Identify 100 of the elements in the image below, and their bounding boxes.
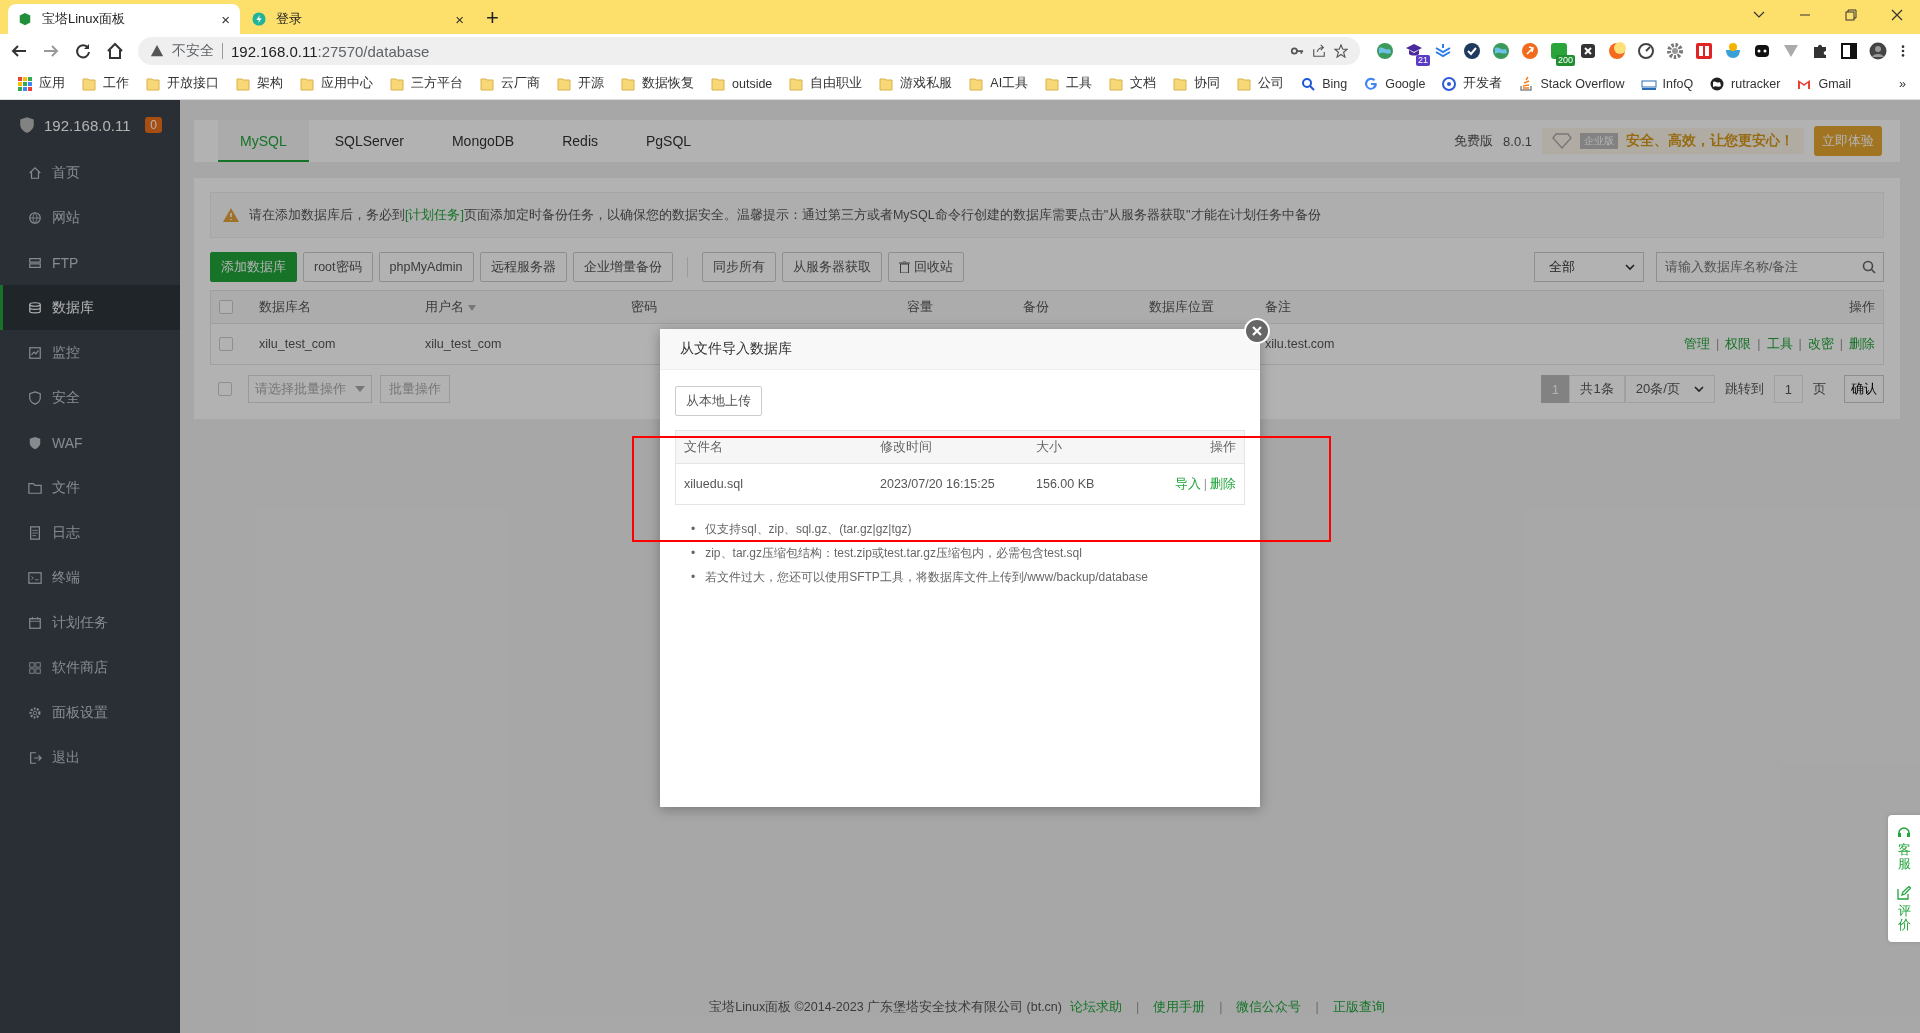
- sidebar-item[interactable]: 软件商店: [0, 645, 180, 690]
- confirm-button[interactable]: 确认: [1844, 375, 1884, 403]
- bookmark[interactable]: 开发者: [1438, 75, 1506, 92]
- bookmark[interactable]: 数据恢复: [617, 75, 697, 92]
- database-type-tab[interactable]: MongoDB: [429, 120, 537, 162]
- globe-icon[interactable]: [1376, 42, 1394, 60]
- sidebar-item[interactable]: 计划任务: [0, 600, 180, 645]
- toolbar-button[interactable]: 远程服务器: [479, 252, 567, 282]
- sidebar-item[interactable]: 安全: [0, 375, 180, 420]
- check-circle-icon[interactable]: [1463, 42, 1481, 60]
- reload-icon[interactable]: [74, 42, 92, 60]
- bookmark[interactable]: Google: [1360, 75, 1429, 92]
- browser-tab[interactable]: 登录 ×: [242, 4, 474, 34]
- bookmark[interactable]: 三方平台: [386, 75, 466, 92]
- bookmark[interactable]: 工具: [1041, 75, 1096, 92]
- toolbar-button[interactable]: root密码: [303, 252, 373, 282]
- page-input[interactable]: 1: [1773, 375, 1803, 403]
- sidebar-item[interactable]: 退出: [0, 735, 180, 780]
- bookmark[interactable]: 工作: [78, 75, 132, 92]
- sidebar-item[interactable]: 网站: [0, 195, 180, 240]
- row-action-link[interactable]: 改密: [1807, 336, 1834, 351]
- bookmark[interactable]: outside: [707, 75, 776, 92]
- bookmark[interactable]: AI工具: [965, 75, 1032, 92]
- avatar-icon[interactable]: [1869, 42, 1887, 60]
- bookmark[interactable]: 公司: [1233, 75, 1288, 92]
- share-icon[interactable]: [1312, 44, 1326, 58]
- database-type-tab[interactable]: PgSQL: [624, 120, 714, 162]
- row-action-link[interactable]: 权限: [1725, 336, 1752, 351]
- extension-icon[interactable]: [1695, 42, 1713, 60]
- gear-icon[interactable]: [1666, 42, 1684, 60]
- close-tab-button[interactable]: ×: [455, 10, 464, 28]
- select-all-checkbox[interactable]: [218, 382, 232, 396]
- sidebar-item[interactable]: 首页: [0, 150, 180, 195]
- bookmark[interactable]: 架构: [232, 75, 286, 92]
- sidebar-item[interactable]: 数据库: [0, 285, 180, 330]
- sidebar-item[interactable]: 日志: [0, 510, 180, 555]
- sidebar-item[interactable]: 文件: [0, 465, 180, 510]
- bookmark[interactable]: 文档: [1105, 75, 1160, 92]
- puzzle-icon[interactable]: [1811, 42, 1829, 60]
- more-bookmarks-button[interactable]: »: [1899, 76, 1906, 91]
- browser-tab[interactable]: 宝塔Linux面板 ×: [8, 4, 240, 34]
- separator: |: [1757, 336, 1761, 351]
- toolbar-button[interactable]: phpMyAdmin: [378, 252, 474, 282]
- sidebar-item[interactable]: 监控: [0, 330, 180, 375]
- bookmark[interactable]: InfoQ: [1637, 75, 1697, 92]
- bookmark[interactable]: 云厂商: [476, 75, 543, 92]
- address-bar[interactable]: 不安全 192.168.0.11:27570/database: [138, 37, 1360, 65]
- ghost-icon[interactable]: [1753, 42, 1771, 60]
- row-action-link[interactable]: 管理: [1684, 336, 1710, 351]
- home-icon[interactable]: [106, 42, 124, 60]
- select-all-checkbox[interactable]: [219, 300, 233, 314]
- bookmark[interactable]: 应用中心: [296, 75, 376, 92]
- page-size-dropdown[interactable]: 20条/页: [1624, 375, 1715, 403]
- database-type-tab[interactable]: SQLServer: [312, 120, 426, 162]
- sidebar-item[interactable]: 终端: [0, 555, 180, 600]
- x-square-icon[interactable]: [1579, 42, 1597, 60]
- bookmark[interactable]: 自由职业: [785, 75, 866, 92]
- bookmark[interactable]: Gmail: [1793, 75, 1855, 92]
- bookmark[interactable]: Stack Overflow: [1515, 75, 1628, 92]
- bookmark[interactable]: 游戏私服: [875, 75, 956, 92]
- sidebar-item[interactable]: 面板设置: [0, 690, 180, 735]
- star-icon[interactable]: [1334, 44, 1348, 58]
- globe-icon[interactable]: [1492, 42, 1510, 60]
- bookmark[interactable]: 开放接口: [142, 75, 222, 92]
- version-number: 8.0.1: [1503, 133, 1532, 149]
- copyright-text: 宝塔Linux面板 ©2014-2023 广东堡塔安全技术有限公司 (bt.cn): [709, 998, 1062, 1016]
- search-field[interactable]: 请输入数据库名称/备注: [1656, 252, 1884, 282]
- sidebar-item[interactable]: FTP: [0, 240, 180, 285]
- bowl-icon[interactable]: [1724, 42, 1742, 60]
- new-tab-button[interactable]: +: [476, 5, 509, 34]
- database-type-tab[interactable]: Redis: [540, 120, 620, 162]
- row-action-link[interactable]: 删除: [1849, 336, 1875, 351]
- bookmark[interactable]: Bing: [1297, 75, 1351, 92]
- bookmark[interactable]: 应用: [14, 75, 68, 92]
- toolbar-button[interactable]: 从服务器获取: [781, 252, 882, 282]
- row-action-link[interactable]: 工具: [1766, 336, 1793, 351]
- gauge-icon[interactable]: [1637, 42, 1655, 60]
- layers-icon[interactable]: [1434, 42, 1452, 60]
- side-panel-icon[interactable]: [1840, 42, 1858, 60]
- bookmark[interactable]: 开源: [553, 75, 607, 92]
- crescent-icon[interactable]: [1608, 42, 1626, 60]
- close-tab-button[interactable]: ×: [221, 10, 230, 28]
- float-button[interactable]: 评价: [1897, 885, 1911, 933]
- sidebar-item[interactable]: WAF: [0, 420, 180, 465]
- filter-dropdown[interactable]: 全部: [1534, 252, 1644, 282]
- toolbar-button[interactable]: 企业增量备份: [572, 252, 673, 282]
- headset-icon: [1897, 825, 1911, 839]
- row-checkbox[interactable]: [219, 337, 233, 351]
- folder-icon: [145, 75, 161, 92]
- toolbar-button[interactable]: 同步所有: [701, 252, 776, 282]
- float-button[interactable]: 客服: [1897, 825, 1911, 872]
- bookmark[interactable]: rutracker: [1706, 75, 1784, 92]
- file-action-link[interactable]: 删除: [1210, 476, 1236, 491]
- toolbar-button[interactable]: 回收站: [887, 252, 964, 282]
- column-header: 修改时间: [880, 439, 932, 454]
- file-action-link[interactable]: 导入: [1174, 476, 1201, 491]
- toolbar-button[interactable]: 添加数据库: [210, 252, 297, 282]
- bookmark[interactable]: 协同: [1169, 75, 1224, 92]
- arrow-circle-icon[interactable]: [1521, 42, 1539, 60]
- upload-button[interactable]: 从本地上传: [675, 386, 762, 416]
